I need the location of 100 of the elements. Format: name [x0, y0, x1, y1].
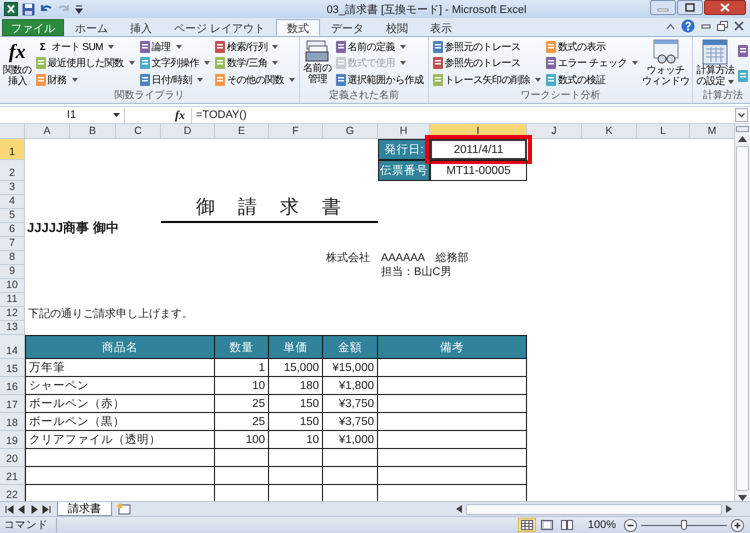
ribbon-button[interactable]: [737, 68, 750, 84]
ribbon-button[interactable]: 選択範囲から作成: [334, 72, 424, 88]
vertical-scrollbar[interactable]: [734, 124, 750, 501]
row-header[interactable]: 21: [0, 467, 25, 485]
row-header[interactable]: 8: [0, 251, 25, 265]
caret-icon: [128, 61, 134, 66]
scroll-thumb[interactable]: [466, 504, 722, 514]
document-icon: [336, 41, 346, 54]
maximize-icon[interactable]: [677, 0, 703, 15]
ribbon-button[interactable]: fx 関数の 挿入: [2, 38, 32, 89]
column-header[interactable]: H: [378, 124, 430, 139]
ribbon-button[interactable]: 論理: [138, 40, 211, 55]
ribbon-button[interactable]: 名前の定義: [334, 40, 424, 55]
ribbon-button[interactable]: 数式の検証: [545, 72, 639, 88]
row-header[interactable]: 18: [0, 413, 25, 431]
zoom-out-icon[interactable]: [624, 518, 637, 532]
split-handle-icon[interactable]: [736, 126, 749, 132]
row-header[interactable]: 2: [0, 160, 25, 181]
name-box[interactable]: I1: [0, 108, 125, 122]
row-header[interactable]: 16: [0, 377, 25, 395]
caret-icon: [535, 78, 541, 82]
scroll-left-icon[interactable]: [456, 505, 462, 513]
ribbon-tab[interactable]: 校閲: [375, 19, 420, 36]
row-header[interactable]: 10: [0, 279, 25, 293]
ribbon-tab[interactable]: 数式: [276, 19, 320, 36]
view-button[interactable]: [518, 518, 536, 532]
ribbon-button[interactable]: [737, 44, 750, 59]
zoom-thumb[interactable]: [681, 520, 687, 530]
document-icon: [738, 45, 748, 58]
insert-function-button[interactable]: fx: [169, 108, 191, 122]
row-header[interactable]: 22: [0, 485, 25, 501]
restore-icon[interactable]: [717, 20, 728, 32]
ribbon-button[interactable]: 文字列操作: [138, 56, 211, 71]
row-header[interactable]: 4: [0, 195, 25, 209]
ribbon-tab[interactable]: データ: [320, 19, 376, 36]
column-header[interactable]: G: [323, 124, 378, 139]
ribbon-button[interactable]: 財務: [34, 72, 136, 88]
ribbon-tab[interactable]: ページ レイアウト: [163, 19, 276, 36]
scroll-thumb[interactable]: [736, 146, 749, 491]
insert-sheet-icon[interactable]: [115, 503, 133, 515]
close-icon[interactable]: [704, 0, 746, 15]
row-header[interactable]: 3: [0, 181, 25, 195]
save-icon[interactable]: [22, 2, 35, 16]
ribbon-button[interactable]: 最近使用した関数: [34, 56, 136, 71]
ribbon-button[interactable]: 名前の 管理: [302, 38, 332, 89]
ribbon-button[interactable]: ウォッチ ウィンドウ: [640, 38, 690, 89]
column-header[interactable]: J: [527, 124, 582, 139]
close-icon[interactable]: [734, 21, 744, 31]
ribbon-button[interactable]: 数学/三角: [214, 56, 296, 71]
ribbon-tab[interactable]: ファイル: [2, 19, 64, 36]
ribbon-button[interactable]: トレース矢印の削除: [432, 72, 542, 88]
page-icon: [540, 520, 553, 530]
collapse-ribbon-icon[interactable]: [666, 22, 675, 30]
group-label: 計算方法: [702, 89, 744, 102]
ribbon-button[interactable]: その他の関数: [214, 72, 296, 88]
column-header[interactable]: D: [161, 124, 215, 139]
sheet-tab[interactable]: 請求書: [57, 502, 112, 516]
ribbon-tab[interactable]: 表示: [419, 19, 464, 36]
caret-icon: [400, 61, 406, 66]
ribbon-button[interactable]: 検索/行列: [214, 40, 296, 55]
ribbon-button[interactable]: 計算方法 の設定: [695, 38, 736, 89]
ribbon-button[interactable]: エラー チェック: [545, 56, 639, 71]
row-header[interactable]: 9: [0, 265, 25, 279]
table-cell: [269, 449, 323, 467]
column-header[interactable]: M: [690, 124, 734, 139]
ribbon-button[interactable]: 日付/時刻: [138, 72, 211, 88]
column-header[interactable]: L: [637, 124, 690, 139]
column-header[interactable]: K: [582, 124, 637, 139]
ribbon-button[interactable]: 数式の表示: [545, 40, 639, 55]
document-icon: [432, 74, 442, 86]
ribbon-button[interactable]: Σ オート SUM: [34, 40, 136, 55]
column-header[interactable]: A: [25, 124, 70, 139]
row-header[interactable]: 15: [0, 359, 25, 377]
row-header[interactable]: 11: [0, 293, 25, 307]
row-header[interactable]: 5: [0, 209, 25, 223]
row-header[interactable]: 17: [0, 395, 25, 413]
zoom-in-icon[interactable]: [731, 518, 744, 532]
row-header[interactable]: 13: [0, 321, 25, 335]
ribbon-button[interactable]: 参照先のトレース: [432, 56, 542, 71]
row-header[interactable]: 1: [0, 139, 25, 160]
column-header[interactable]: E: [215, 124, 269, 139]
ribbon-tab[interactable]: 挿入: [119, 19, 163, 36]
ribbon-tab[interactable]: ホーム: [64, 19, 119, 36]
row-header[interactable]: 14: [0, 335, 25, 359]
help-icon[interactable]: [681, 19, 695, 33]
ribbon-button[interactable]: 参照元のトレース: [432, 40, 542, 55]
row-header[interactable]: 19: [0, 431, 25, 449]
column-header[interactable]: B: [70, 124, 116, 139]
customize-icon[interactable]: [75, 4, 83, 14]
column-header[interactable]: F: [269, 124, 323, 139]
row-header[interactable]: 7: [0, 237, 25, 251]
table-cell: ¥1,800: [323, 377, 378, 395]
expand-icon[interactable]: [735, 108, 748, 122]
row-header[interactable]: 12: [0, 307, 25, 321]
row-header[interactable]: 20: [0, 449, 25, 467]
scroll-up-icon[interactable]: [738, 136, 747, 142]
column-header[interactable]: C: [116, 124, 161, 139]
row-header[interactable]: 6: [0, 223, 25, 237]
scroll-right-icon[interactable]: [726, 505, 732, 513]
app-icon[interactable]: [4, 2, 18, 16]
